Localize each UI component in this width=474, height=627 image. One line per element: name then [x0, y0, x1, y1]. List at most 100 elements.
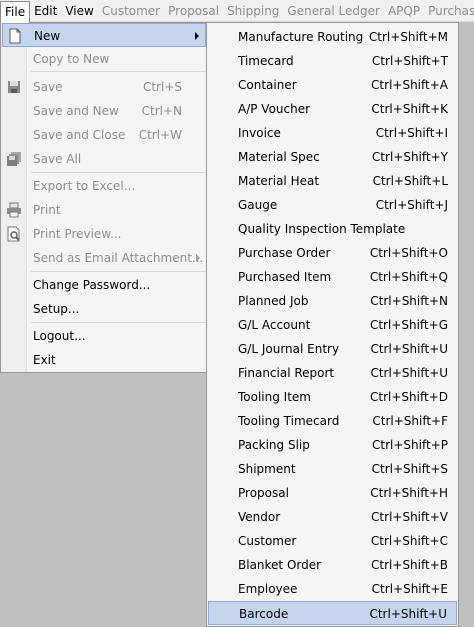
new-submenu-item-label: Vendor: [238, 510, 281, 524]
new-submenu-item-shortcut: Ctrl+Shift+P: [372, 438, 448, 452]
new-submenu-item[interactable]: Tooling Timecard Ctrl+Shift+F: [208, 409, 457, 433]
new-submenu-item-shortcut: Ctrl+Shift+C: [370, 534, 448, 548]
menu-separator: [31, 71, 207, 72]
new-submenu-item[interactable]: Material Spec Ctrl+Shift+Y: [208, 145, 457, 169]
file-menu-copy-to-new-label: Copy to New: [33, 52, 110, 66]
submenu-arrow-icon: [196, 254, 200, 262]
new-submenu-item-shortcut: Ctrl+Shift+B: [371, 558, 448, 572]
new-submenu-item[interactable]: Packing Slip Ctrl+Shift+P: [208, 433, 457, 457]
new-submenu-item[interactable]: Material Heat Ctrl+Shift+L: [208, 169, 457, 193]
file-menu-new[interactable]: New: [2, 23, 206, 47]
new-submenu-item[interactable]: Invoice Ctrl+Shift+I: [208, 121, 457, 145]
new-submenu-item-label: Tooling Timecard: [238, 414, 340, 428]
new-submenu-item-label: Employee: [238, 582, 298, 596]
new-submenu-item-label: Proposal: [238, 486, 289, 500]
new-submenu-item-shortcut: Ctrl+Shift+O: [369, 246, 448, 260]
menu-customer[interactable]: Customer: [98, 0, 164, 21]
new-submenu-item[interactable]: G/L Account Ctrl+Shift+G: [208, 313, 457, 337]
new-submenu-item-label: Material Heat: [238, 174, 320, 188]
new-submenu-item-label: Quality Inspection Template: [238, 222, 406, 236]
file-menu-setup[interactable]: Setup...: [2, 297, 206, 321]
new-submenu-item-shortcut: Ctrl+Shift+U: [370, 342, 448, 356]
new-submenu-item[interactable]: A/P Voucher Ctrl+Shift+K: [208, 97, 457, 121]
new-submenu-item[interactable]: Manufacture Routing Ctrl+Shift+M: [208, 25, 457, 49]
menu-purchasing[interactable]: Purchasing: [424, 0, 474, 21]
menu-separator: [31, 271, 207, 272]
save-all-icon: [6, 151, 22, 167]
file-menu-save-and-new[interactable]: Save and New Ctrl+N: [2, 99, 206, 123]
file-menu-save[interactable]: Save Ctrl+S: [2, 75, 206, 99]
menu-shipping[interactable]: Shipping: [223, 0, 283, 21]
file-menu-export-to-excel[interactable]: Export to Excel...: [2, 174, 206, 198]
file-menu-change-password[interactable]: Change Password...: [2, 273, 206, 297]
new-submenu-item[interactable]: Container Ctrl+Shift+A: [208, 73, 457, 97]
new-submenu-item-shortcut: Ctrl+Shift+N: [370, 294, 448, 308]
file-menu-logout[interactable]: Logout...: [2, 324, 206, 348]
file-menu-save-all[interactable]: Save All: [2, 147, 206, 171]
new-submenu-item-shortcut: Ctrl+Shift+J: [375, 198, 448, 212]
menu-view[interactable]: View: [61, 0, 97, 21]
menu-apqp[interactable]: APQP: [384, 0, 424, 21]
new-submenu-item-label: Blanket Order: [238, 558, 322, 572]
new-submenu-item-shortcut: Ctrl+Shift+F: [372, 414, 448, 428]
file-menu-copy-to-new[interactable]: Copy to New: [2, 47, 206, 71]
file-menu-save-shortcut: Ctrl+S: [142, 80, 182, 94]
new-submenu-item[interactable]: Timecard Ctrl+Shift+T: [208, 49, 457, 73]
file-menu-print[interactable]: Print: [2, 198, 206, 222]
new-submenu-item[interactable]: Vendor Ctrl+Shift+V: [208, 505, 457, 529]
new-submenu-item[interactable]: Employee Ctrl+Shift+E: [208, 577, 457, 601]
menu-bar: File Edit View Customer Proposal Shippin…: [0, 0, 474, 23]
file-menu-exit[interactable]: Exit: [2, 348, 206, 372]
new-submenu-item-label: Purchased Item: [238, 270, 332, 284]
new-submenu-item-label: Purchase Order: [238, 246, 331, 260]
new-submenu-item-label: Customer: [238, 534, 297, 548]
file-menu-save-and-new-label: Save and New: [33, 104, 119, 118]
file-menu-setup-label: Setup...: [33, 302, 80, 316]
desktop-background: [459, 22, 474, 627]
file-menu-send-email-label: Send as Email Attachment...: [33, 251, 204, 265]
new-submenu-item-shortcut: Ctrl+Shift+T: [371, 54, 448, 68]
file-menu-send-email[interactable]: Send as Email Attachment...: [2, 246, 206, 270]
new-submenu-item-shortcut: Ctrl+Shift+U: [370, 366, 448, 380]
new-submenu-item-shortcut: Ctrl+Shift+G: [369, 318, 448, 332]
file-menu-change-password-label: Change Password...: [33, 278, 151, 292]
file-menu-save-and-close-shortcut: Ctrl+W: [138, 128, 182, 142]
new-submenu-item[interactable]: Tooling Item Ctrl+Shift+D: [208, 385, 457, 409]
new-submenu-item[interactable]: G/L Journal Entry Ctrl+Shift+U: [208, 337, 457, 361]
new-submenu-item-shortcut: Ctrl+Shift+L: [372, 174, 448, 188]
menu-separator: [31, 322, 207, 323]
menu-file[interactable]: File: [0, 1, 31, 23]
new-submenu: Manufacture Routing Ctrl+Shift+M Timecard…: [206, 22, 459, 627]
new-submenu-item-label: Planned Job: [238, 294, 309, 308]
new-submenu-item-shortcut: Ctrl+Shift+A: [371, 78, 448, 92]
new-submenu-item[interactable]: Gauge Ctrl+Shift+J: [208, 193, 457, 217]
new-submenu-item[interactable]: Customer Ctrl+Shift+C: [208, 529, 457, 553]
file-menu-save-and-close-label: Save and Close: [33, 128, 126, 142]
new-submenu-item[interactable]: Purchased Item Ctrl+Shift+Q: [208, 265, 457, 289]
new-submenu-item[interactable]: Quality Inspection Template: [208, 217, 457, 241]
new-submenu-item[interactable]: Blanket Order Ctrl+Shift+B: [208, 553, 457, 577]
new-submenu-item-shortcut: Ctrl+Shift+D: [370, 390, 448, 404]
file-menu-save-and-new-shortcut: Ctrl+N: [141, 104, 182, 118]
new-submenu-item[interactable]: Financial Report Ctrl+Shift+U: [208, 361, 457, 385]
file-menu-new-label: New: [34, 29, 61, 43]
new-submenu-item-label: Barcode: [239, 607, 289, 621]
new-submenu-item-barcode[interactable]: Barcode Ctrl+Shift+U: [208, 601, 457, 625]
new-submenu-item-shortcut: Ctrl+Shift+M: [368, 30, 448, 44]
new-submenu-item-label: Invoice: [238, 126, 281, 140]
file-menu-dropdown: New Copy to New Save Ctrl+S Save and New…: [0, 22, 208, 373]
file-menu-save-and-close[interactable]: Save and Close Ctrl+W: [2, 123, 206, 147]
new-submenu-item[interactable]: Shipment Ctrl+Shift+S: [208, 457, 457, 481]
new-submenu-item[interactable]: Proposal Ctrl+Shift+H: [208, 481, 457, 505]
new-submenu-item-shortcut: Ctrl+Shift+Y: [371, 150, 448, 164]
new-submenu-item[interactable]: Purchase Order Ctrl+Shift+O: [208, 241, 457, 265]
new-submenu-item-label: Container: [238, 78, 297, 92]
menu-proposal[interactable]: Proposal: [164, 0, 223, 21]
new-submenu-item[interactable]: Planned Job Ctrl+Shift+N: [208, 289, 457, 313]
menu-edit[interactable]: Edit: [30, 0, 61, 21]
new-submenu-item-shortcut: Ctrl+Shift+U: [369, 607, 447, 621]
printer-icon: [6, 202, 22, 218]
new-submenu-item-label: Gauge: [238, 198, 278, 212]
file-menu-print-preview[interactable]: Print Preview...: [2, 222, 206, 246]
menu-general-ledger[interactable]: General Ledger: [283, 0, 384, 21]
